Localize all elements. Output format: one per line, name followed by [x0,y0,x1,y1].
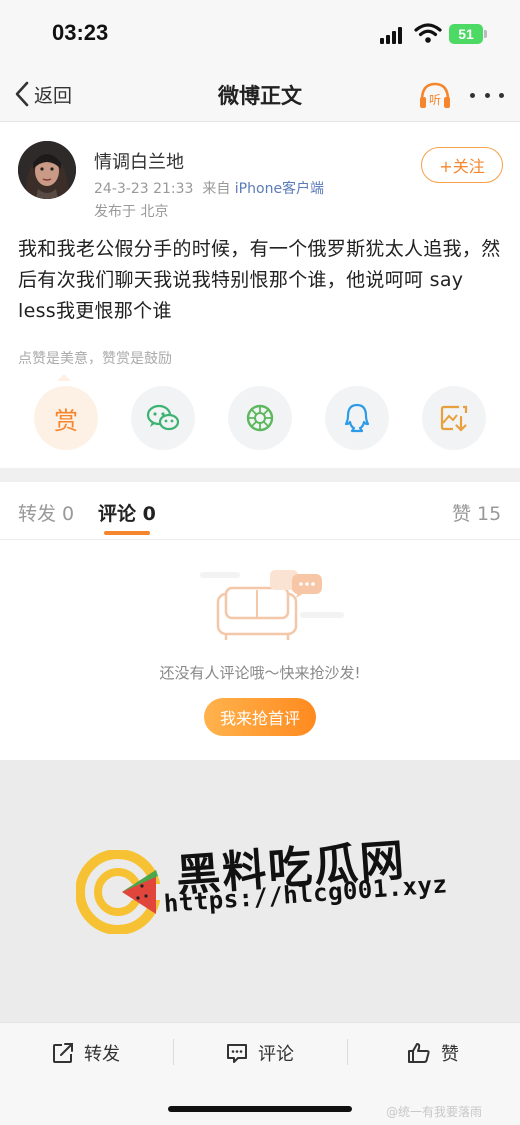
empty-sofa-illustration [200,570,344,640]
save-image-button[interactable] [422,386,486,450]
source-watermark: @统一有我要落雨 [386,1105,483,1119]
reward-button[interactable]: 赏 [34,386,98,450]
home-indicator [168,1106,352,1112]
battery-tip [484,30,487,38]
reward-icon: 赏 [54,406,78,435]
watermark-logo [76,850,160,934]
battery-icon: 51 [449,24,483,44]
comment-label: 评论 [258,1044,294,1065]
post-location: 发布于 北京 [94,204,169,220]
moments-icon [246,404,274,432]
listen-label: 听 [429,93,441,107]
follow-button[interactable]: +关注 [421,147,503,183]
comment-icon [227,1044,247,1063]
empty-comments-text: 还没有人评论哦～快来抢沙发! [159,664,361,682]
tab-comment[interactable]: 评论 0 [98,499,156,526]
bottom-divider [173,1039,174,1065]
nav-bar: 返回 微博正文 听 [0,68,520,122]
repost-button[interactable]: 转发 [52,1039,120,1067]
thumbs-up-icon [408,1043,430,1063]
qq-icon [344,403,370,433]
wifi-icon [414,23,442,43]
active-tab-indicator [104,531,150,535]
share-qq-button[interactable] [325,386,389,450]
listen-headphones-icon[interactable]: 听 [418,80,452,110]
cellular-signal-icon [380,26,406,44]
like-label: 赞 [441,1044,459,1065]
bottom-divider [347,1039,348,1065]
save-image-icon [440,405,468,432]
avatar-image [18,141,76,199]
status-bar: 03:23 51 [0,0,520,68]
like-button[interactable]: 赞 [407,1039,459,1067]
post-text: 我和我老公假分手的时候，有一个俄罗斯犹太人追我，然后有次我们聊天我说我特别恨那个… [18,238,501,322]
post-meta: 24-3-23 21:33 来自 iPhone客户端 [94,178,324,198]
interaction-tabs: 转发 0 评论 0 赞 15 [0,482,520,540]
share-wechat-button[interactable] [131,386,195,450]
source-prefix: 来自 [202,181,231,197]
post-date: 24-3-23 21:33 [94,181,194,197]
comment-button[interactable]: 评论 [226,1039,294,1067]
tab-repost[interactable]: 转发 0 [18,499,74,526]
post-source-link[interactable]: iPhone客户端 [235,181,324,197]
author-name[interactable]: 情调白兰地 [94,148,184,174]
first-comment-button[interactable]: 我来抢首评 [204,698,316,736]
status-time: 03:23 [52,20,109,45]
tab-likes[interactable]: 赞 15 [452,499,501,526]
share-moments-button[interactable] [228,386,292,450]
reward-hint-caret [57,374,71,381]
repost-label: 转发 [84,1044,120,1065]
wechat-icon [146,404,180,431]
repost-icon [53,1043,73,1063]
avatar[interactable] [18,141,76,199]
more-options-button[interactable] [470,82,504,108]
reward-hint: 点赞是美意，赞赏是鼓励 [18,351,172,367]
section-divider [0,468,520,482]
